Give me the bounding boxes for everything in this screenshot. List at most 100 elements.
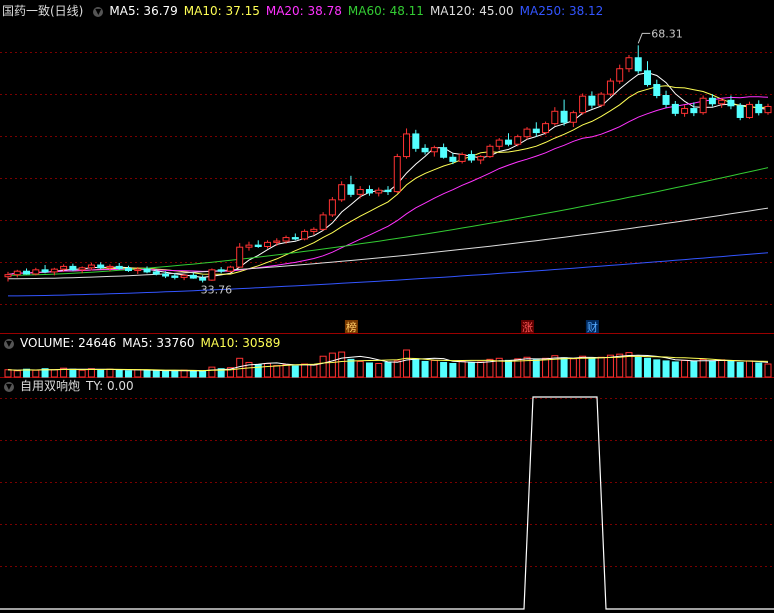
candle-body	[50, 268, 58, 273]
candle-body	[551, 110, 559, 125]
candle-body	[375, 189, 383, 194]
ty-signal-line	[0, 396, 774, 610]
volume-bar	[365, 362, 373, 378]
volume-bar	[708, 360, 716, 378]
candle-body	[569, 112, 577, 123]
candle-body	[588, 95, 596, 106]
candle-body	[653, 84, 661, 96]
volume-bar	[393, 360, 401, 378]
candle-body	[421, 147, 429, 153]
volume-bar	[69, 368, 77, 378]
candle-body	[430, 147, 438, 153]
volume-bar	[412, 358, 420, 378]
candle-body	[301, 230, 309, 240]
candle-body	[310, 228, 318, 232]
candle-body	[356, 189, 364, 195]
candle-body	[403, 133, 411, 158]
volume-bar	[4, 369, 12, 378]
volume-bar	[301, 363, 309, 378]
candle-body	[671, 103, 679, 114]
volume-bar	[504, 359, 512, 378]
volume-bar	[532, 359, 540, 378]
candle-body	[273, 240, 281, 243]
ma5-line	[7, 72, 769, 278]
candle-body	[690, 108, 698, 114]
event-marker-1[interactable]: 涨	[522, 321, 533, 334]
candle-body	[245, 244, 253, 248]
event-marker-0[interactable]: 榜	[346, 320, 357, 334]
volume-bar	[718, 359, 726, 378]
volume-bar	[264, 363, 272, 378]
volume-bar	[254, 364, 262, 378]
volume-bar	[430, 359, 438, 378]
candle-body	[87, 264, 95, 269]
candle-body	[97, 264, 105, 269]
candle-body	[319, 214, 327, 230]
candle-body	[347, 184, 355, 195]
candle-body	[236, 246, 244, 268]
candle-body	[32, 269, 40, 275]
volume-bar	[180, 369, 188, 378]
candle-body	[338, 184, 346, 201]
candle-body	[597, 93, 605, 106]
candle-body	[606, 80, 614, 95]
volume-bar	[727, 360, 735, 378]
candle-body	[755, 103, 763, 114]
volume-bar	[199, 370, 207, 378]
volume-bar	[458, 360, 466, 378]
candle-body	[69, 265, 77, 271]
volume-bar	[440, 361, 448, 378]
volume-bar	[189, 370, 197, 378]
volume-bar	[764, 363, 772, 378]
candle-body	[412, 133, 420, 149]
candle-body	[41, 269, 49, 273]
candle-body	[699, 97, 707, 114]
volume-bar	[579, 355, 587, 378]
volume-bar	[291, 365, 299, 378]
candle-body	[199, 277, 207, 281]
candle-body	[23, 270, 31, 275]
candle-body	[78, 267, 86, 271]
candle-body	[189, 274, 197, 279]
volume-bar	[542, 357, 550, 378]
candle-body	[208, 269, 216, 281]
volume-bar	[328, 352, 336, 378]
candle-body	[384, 189, 392, 193]
candle-body	[171, 275, 179, 278]
high-price-label: 68.31	[651, 27, 683, 40]
volume-bar	[356, 360, 364, 378]
candle-body	[634, 57, 642, 72]
candle-body	[365, 189, 373, 194]
candle-body	[449, 156, 457, 162]
volume-bar	[13, 370, 21, 378]
volume-bar	[681, 359, 689, 378]
candle-body	[264, 241, 272, 248]
volume-bar	[273, 365, 281, 378]
volume-bar	[588, 357, 596, 378]
low-price-label: 33.76	[201, 283, 233, 296]
volume-bar	[171, 370, 179, 378]
event-marker-2[interactable]: 财	[587, 320, 598, 334]
candle-body	[616, 68, 624, 82]
candle-body	[393, 156, 401, 193]
candle-body	[727, 99, 735, 107]
candle-body	[162, 273, 170, 277]
candle-body	[708, 97, 716, 105]
candle-body	[458, 154, 466, 162]
candle-body	[124, 267, 132, 272]
candle-body	[291, 237, 299, 240]
candle-body	[625, 57, 633, 70]
volume-bar	[569, 358, 577, 378]
volume-bar	[32, 369, 40, 378]
volume-bar	[690, 360, 698, 378]
candle-body	[579, 95, 587, 114]
candle-body	[532, 128, 540, 134]
chart-canvas[interactable]: 68.31 33.76 榜 涨 财	[0, 0, 774, 613]
volume-bar	[162, 370, 170, 378]
candle-body	[662, 95, 670, 105]
candle-body	[217, 269, 225, 272]
volume-bar	[699, 358, 707, 378]
high-pointer	[637, 32, 651, 44]
volume-bar	[124, 370, 132, 378]
volume-bar	[50, 369, 58, 378]
